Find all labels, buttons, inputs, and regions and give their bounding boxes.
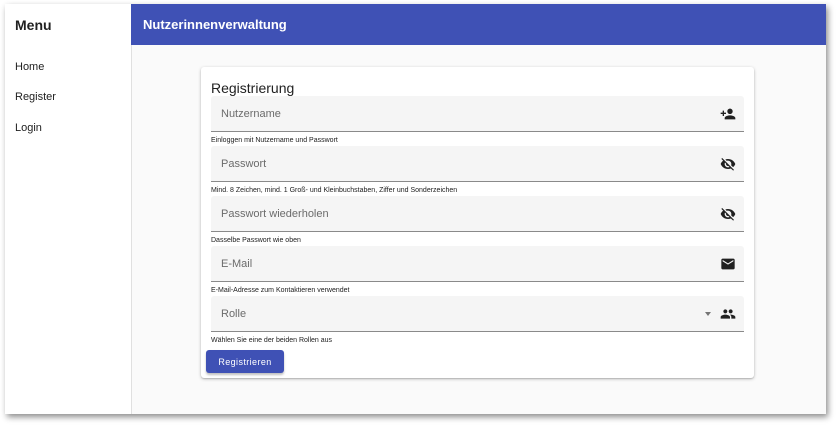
- toolbar: Nutzerinnenverwaltung: [131, 4, 826, 45]
- username-hint: Einloggen mit Nutzername und Passwort: [211, 137, 338, 144]
- form-title: Registrierung: [211, 80, 295, 96]
- email-hint: E-Mail-Adresse zum Kontaktieren verwende…: [211, 287, 350, 294]
- app-window: Menu Home Register Login Nutzerinnenverw…: [5, 4, 826, 414]
- sidebar-item-login[interactable]: Login: [15, 122, 42, 134]
- register-button[interactable]: Registrieren: [206, 350, 284, 373]
- dropdown-arrow-icon: [705, 312, 711, 316]
- sidebar-title: Menu: [15, 17, 52, 33]
- password-repeat-placeholder: Passwort wiederholen: [221, 208, 329, 220]
- role-select[interactable]: Rolle: [211, 296, 744, 332]
- sidebar: Menu Home Register Login: [5, 4, 132, 414]
- sidebar-item-register[interactable]: Register: [15, 91, 56, 103]
- username-field[interactable]: Nutzername: [211, 96, 744, 132]
- username-placeholder: Nutzername: [221, 108, 281, 120]
- password-repeat-field[interactable]: Passwort wiederholen: [211, 196, 744, 232]
- mail-icon: [721, 258, 735, 270]
- role-placeholder: Rolle: [221, 308, 247, 320]
- group-icon: [720, 309, 736, 319]
- app-title: Nutzerinnenverwaltung: [143, 17, 287, 32]
- registration-card: Registrierung Nutzername Einloggen mit N…: [201, 67, 754, 378]
- password-field[interactable]: Passwort: [211, 146, 744, 182]
- password-repeat-hint: Dasselbe Passwort wie oben: [211, 237, 301, 244]
- visibility-off-icon[interactable]: [720, 156, 736, 172]
- person-add-icon: [720, 108, 736, 120]
- password-placeholder: Passwort: [221, 158, 267, 170]
- sidebar-item-home[interactable]: Home: [15, 61, 44, 73]
- email-field[interactable]: E-Mail: [211, 246, 744, 282]
- password-hint: Mind. 8 Zeichen, mind. 1 Groß- und Klein…: [211, 187, 458, 194]
- role-hint: Wählen Sie eine der beiden Rollen aus: [211, 337, 333, 344]
- visibility-off-icon[interactable]: [720, 206, 736, 222]
- email-placeholder: E-Mail: [221, 258, 253, 270]
